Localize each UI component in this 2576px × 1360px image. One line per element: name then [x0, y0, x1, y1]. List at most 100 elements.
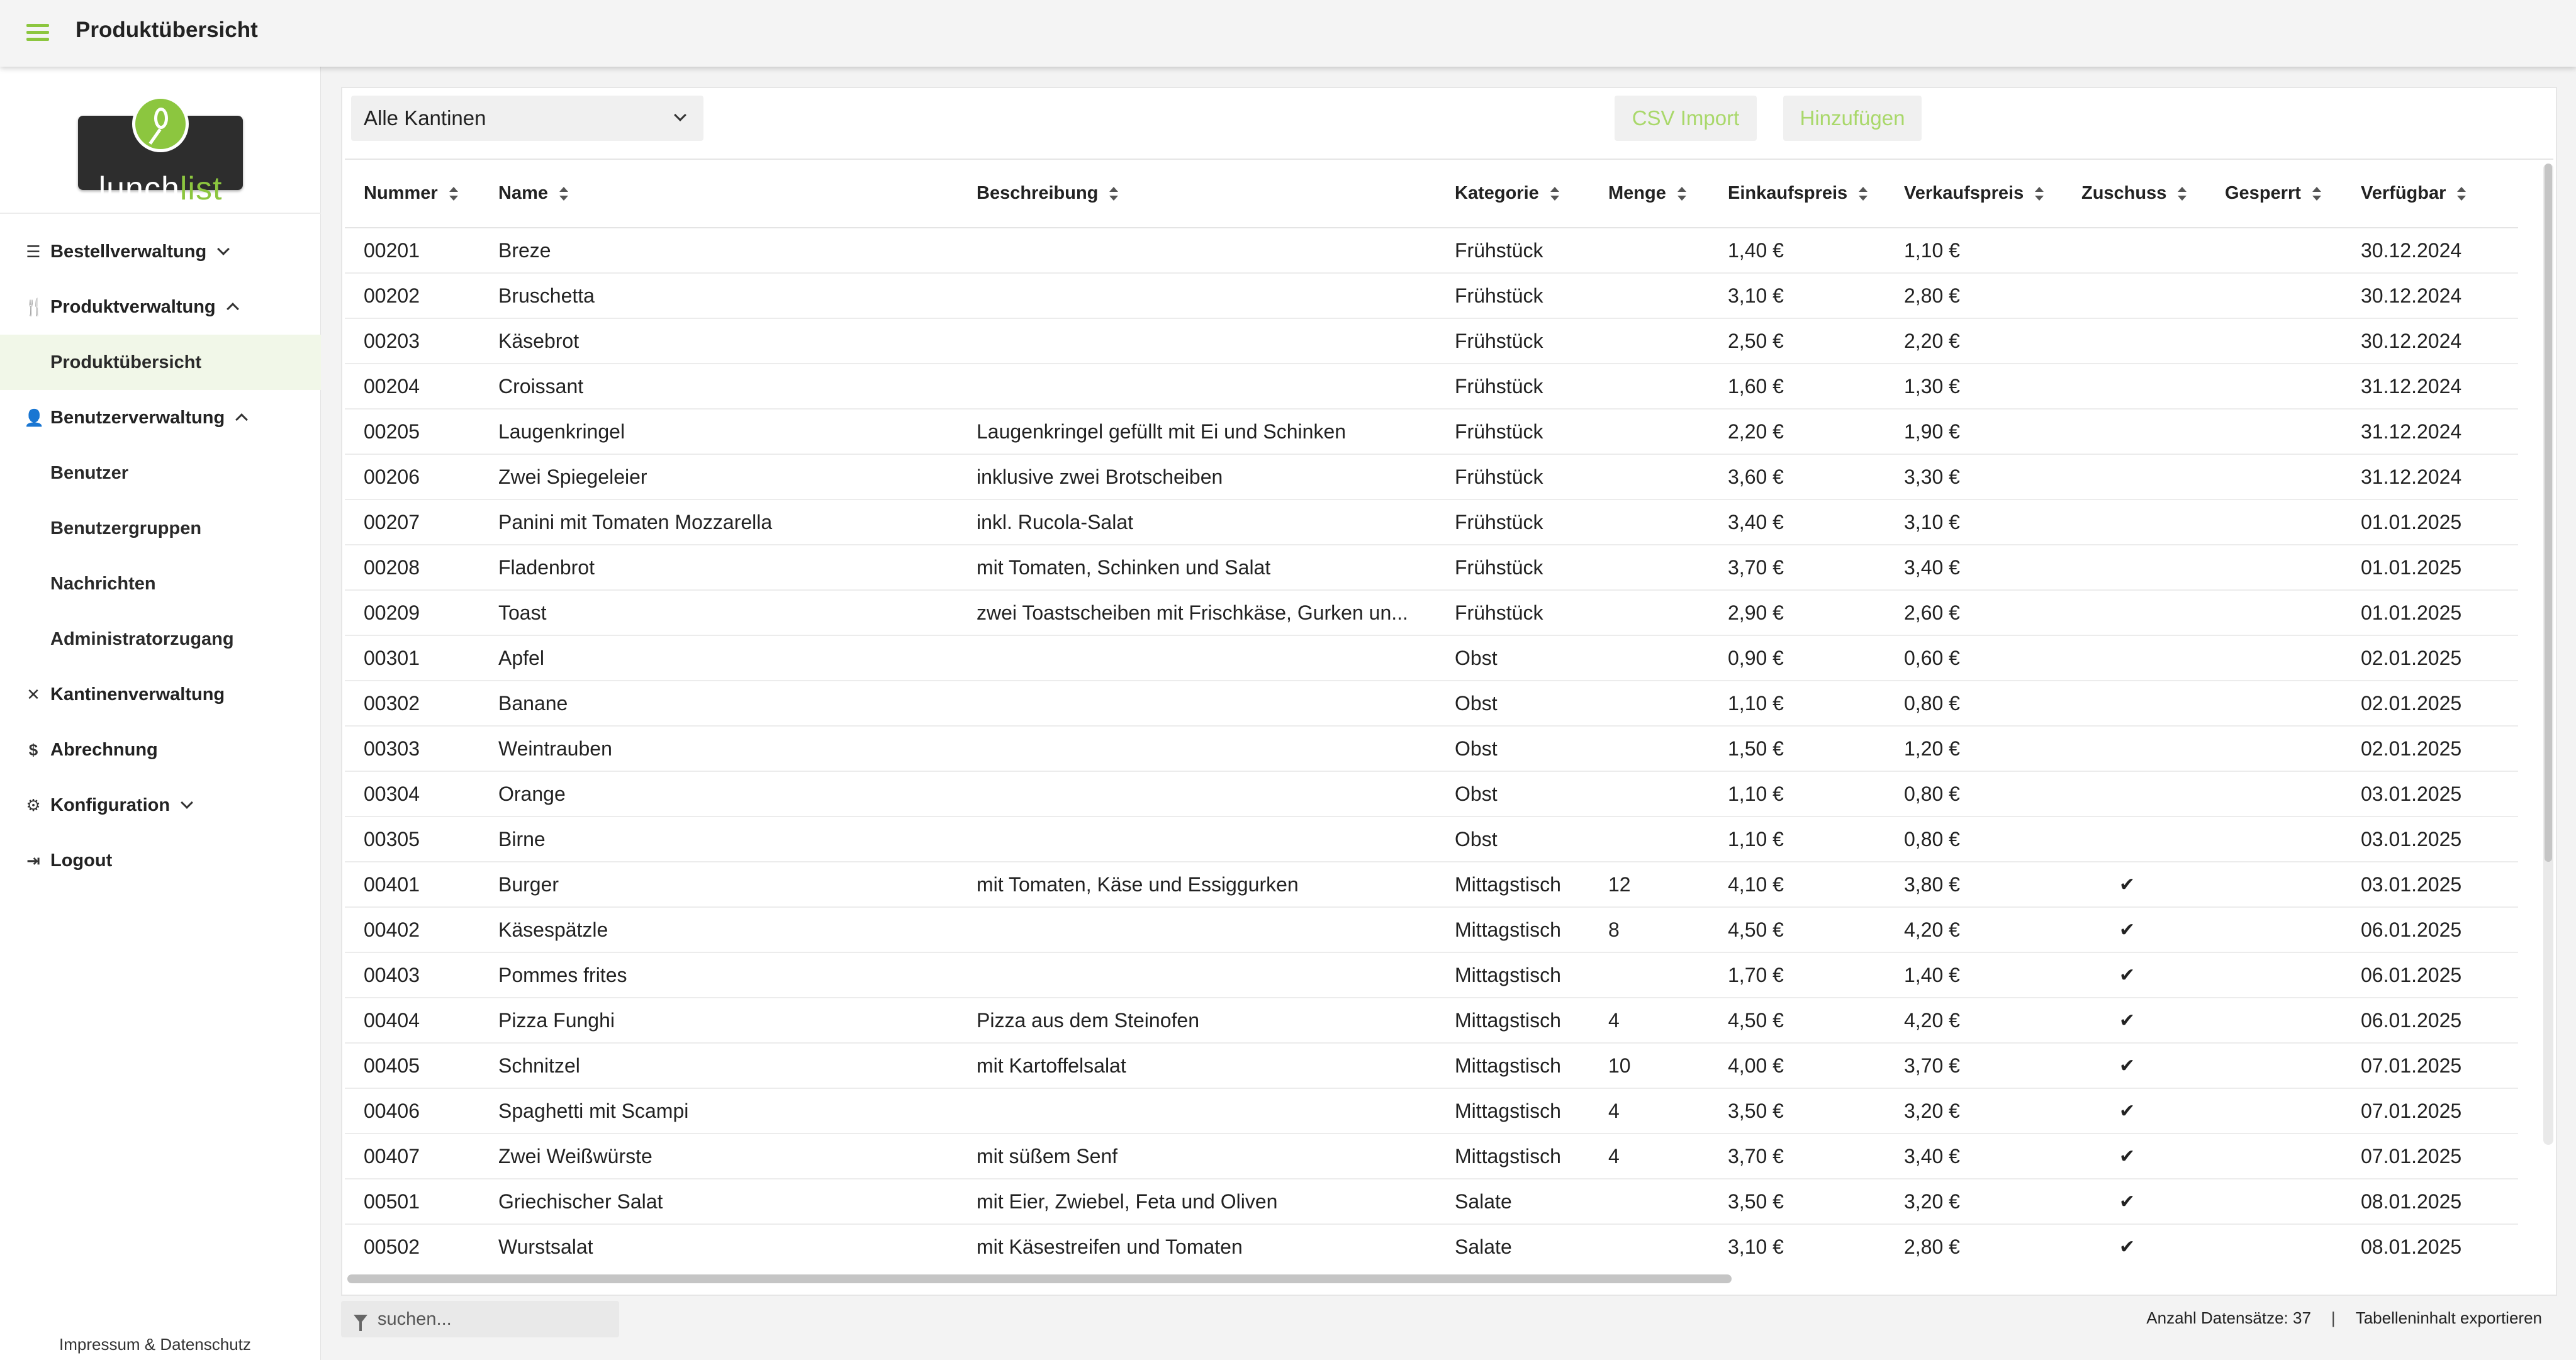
table-row[interactable]: 00202 Bruschetta Frühstück 3,10 €2,80 € 30.1… [345, 273, 2518, 319]
table-row[interactable]: 00501 Griechischer Salat mit Eier, Zwiebel… [345, 1179, 2518, 1225]
sidebar-item-abrechnung[interactable]: $ Abrechnung [0, 722, 321, 778]
table-cell: Bruschetta [479, 273, 958, 319]
table-row[interactable]: 00301 Apfel Obst 0,90 €0,60 € 02.01.2025 [345, 635, 2518, 681]
table-row[interactable]: 00405 Schnitzel mit Kartoffelsalat Mittagst… [345, 1043, 2518, 1089]
table-row[interactable]: 00205 Laugenkringel Laugenkringel gefüllt … [345, 409, 2518, 455]
table-cell: 1,10 € [1709, 817, 1885, 862]
table-row[interactable]: 00303 Weintrauben Obst 1,50 €1,20 € 02.01.20… [345, 726, 2518, 772]
table-cell: 2,80 € [1885, 273, 2063, 319]
check-icon: ✔ [2063, 1088, 2206, 1134]
sort-icon[interactable] [449, 187, 458, 201]
csv-import-button[interactable]: CSV Import [1615, 96, 1757, 141]
table-cell: Birne [479, 817, 958, 862]
table-cell: 02.01.2025 [2342, 681, 2518, 727]
table-cell: 01.01.2025 [2342, 545, 2518, 591]
sort-icon[interactable] [1677, 187, 1686, 201]
table-row[interactable]: 00407 Zwei Weißwürste mit süßem Senf Mittag… [345, 1134, 2518, 1179]
table-cell: 0,60 € [1885, 635, 2063, 681]
table-cell: Käsebrot [479, 318, 958, 364]
search-filter[interactable] [341, 1301, 619, 1337]
cutlery-icon: 🍴 [24, 297, 45, 316]
table-cell: 0,80 € [1885, 817, 2063, 862]
table-cell: Salate [1436, 1179, 1589, 1225]
export-table-link[interactable]: Tabelleninhalt exportieren [2356, 1308, 2542, 1328]
column-header-einkaufspreis[interactable]: Einkaufspreis [1709, 160, 1885, 228]
sidebar-item-produktverwaltung[interactable]: 🍴 Produktverwaltung [0, 279, 321, 335]
logout-icon: ⇥ [26, 850, 40, 870]
table-cell: inklusive zwei Brotscheiben [958, 454, 1436, 500]
table-row[interactable]: 00401 Burger mit Tomaten, Käse und Essiggu… [345, 862, 2518, 908]
table-cell: Käsespätzle [479, 907, 958, 953]
table-row[interactable]: 00203 Käsebrot Frühstück 2,50 €2,20 € 30.12.… [345, 318, 2518, 364]
column-header-verkaufspreis[interactable]: Verkaufspreis [1885, 160, 2063, 228]
sidebar-item-label: Benutzergruppen [50, 518, 202, 538]
column-header-beschreibung[interactable]: Beschreibung [958, 160, 1436, 228]
table-row[interactable]: 00207 Panini mit Tomaten Mozzarella inkl. … [345, 499, 2518, 545]
table-cell: 4 [1589, 998, 1709, 1044]
sidebar-item-bestellverwaltung[interactable]: ☰ Bestellverwaltung [0, 224, 321, 279]
column-header-label: Einkaufspreis [1728, 183, 1848, 203]
table-row[interactable]: 00302 Banane Obst 1,10 €0,80 € 02.01.2025 [345, 681, 2518, 727]
column-header-gesperrt[interactable]: Gesperrt [2206, 160, 2342, 228]
column-header-name[interactable]: Name [479, 160, 958, 228]
column-header-zuschuss[interactable]: Zuschuss [2063, 160, 2206, 228]
sidebar-item-benutzerverwaltung[interactable]: 👤 Benutzerverwaltung [0, 390, 321, 445]
sidebar-item-kantinenverwaltung[interactable]: ✕ Kantinenverwaltung [0, 667, 321, 722]
sort-icon[interactable] [2035, 187, 2044, 201]
horizontal-scrollbar[interactable] [347, 1274, 1732, 1283]
table-cell: 08.01.2025 [2342, 1224, 2518, 1266]
canteen-select[interactable]: Alle Kantinen [351, 96, 703, 141]
table-cell: 31.12.2024 [2342, 364, 2518, 410]
table-row[interactable]: 00206 Zwei Spiegeleier inklusive zwei Brot… [345, 454, 2518, 500]
column-header-kategorie[interactable]: Kategorie [1436, 160, 1589, 228]
sort-icon[interactable] [2312, 187, 2321, 201]
sort-icon[interactable] [1859, 187, 1868, 201]
table-row[interactable]: 00404 Pizza Funghi Pizza aus dem Steinofen… [345, 998, 2518, 1044]
table-cell [2063, 409, 2206, 455]
table-cell [2063, 726, 2206, 772]
sidebar-item-benutzer[interactable]: Benutzer [0, 445, 321, 501]
table-cell: 1,60 € [1709, 364, 1885, 410]
search-input[interactable] [378, 1308, 604, 1330]
table-row[interactable]: 00304 Orange Obst 1,10 €0,80 € 03.01.2025 [345, 771, 2518, 817]
sidebar-item-benutzergruppen[interactable]: Benutzergruppen [0, 501, 321, 556]
table-row[interactable]: 00209 Toast zwei Toastscheiben mit Frischk… [345, 590, 2518, 636]
table-cell [2206, 817, 2342, 862]
sidebar-item-nachrichten[interactable]: Nachrichten [0, 556, 321, 611]
table-cell [2206, 771, 2342, 817]
table-row[interactable]: 00204 Croissant Frühstück 1,60 €1,30 € 31.12… [345, 364, 2518, 410]
table-cell [958, 228, 1436, 274]
sort-icon[interactable] [1109, 187, 1119, 201]
vertical-scrollbar[interactable] [2543, 164, 2553, 1145]
table-row[interactable]: 00208 Fladenbrot mit Tomaten, Schinken und… [345, 545, 2518, 591]
sort-icon[interactable] [2178, 187, 2187, 201]
sidebar-item-label: Benutzer [50, 462, 129, 483]
table-row[interactable]: 00502 Wurstsalat mit Käsestreifen und Toma… [345, 1224, 2518, 1266]
table-cell [2063, 771, 2206, 817]
sort-icon[interactable] [559, 187, 568, 201]
vertical-scrollbar-thumb[interactable] [2545, 164, 2552, 862]
table-row[interactable]: 00406 Spaghetti mit Scampi Mittagstisch 4 3,… [345, 1088, 2518, 1134]
hamburger-icon[interactable] [26, 24, 49, 42]
sidebar-item-produkt-bersicht[interactable]: Produktübersicht [0, 335, 321, 390]
table-cell: 1,40 € [1709, 228, 1885, 274]
lunchlist-logo[interactable]: lunchlist [78, 96, 243, 206]
impressum-link[interactable]: Impressum & Datenschutz [59, 1335, 251, 1354]
sort-icon[interactable] [2457, 187, 2467, 201]
sort-icon[interactable] [1550, 187, 1559, 201]
record-count: Anzahl Datensätze: 37 [2146, 1308, 2311, 1327]
table-cell: Breze [479, 228, 958, 274]
sidebar-item-logout[interactable]: ⇥ Logout [0, 833, 321, 888]
column-header-verf-gbar[interactable]: Verfügbar [2342, 160, 2518, 228]
add-button[interactable]: Hinzufügen [1783, 96, 1922, 141]
sidebar-item-konfiguration[interactable]: ⚙ Konfiguration [0, 778, 321, 833]
table-row[interactable]: 00403 Pommes frites Mittagstisch 1,70 €1,40… [345, 952, 2518, 998]
table-row[interactable]: 00305 Birne Obst 1,10 €0,80 € 03.01.2025 [345, 817, 2518, 862]
column-header-menge[interactable]: Menge [1589, 160, 1709, 228]
sidebar-item-administratorzugang[interactable]: Administratorzugang [0, 611, 321, 667]
table-row[interactable]: 00402 Käsespätzle Mittagstisch 8 4,50 €4,20 … [345, 907, 2518, 953]
column-header-nummer[interactable]: Nummer [345, 160, 479, 228]
table-cell: 1,90 € [1885, 409, 2063, 455]
table-cell: 30.12.2024 [2342, 228, 2518, 274]
table-row[interactable]: 00201 Breze Frühstück 1,40 €1,10 € 30.12.202… [345, 228, 2518, 274]
